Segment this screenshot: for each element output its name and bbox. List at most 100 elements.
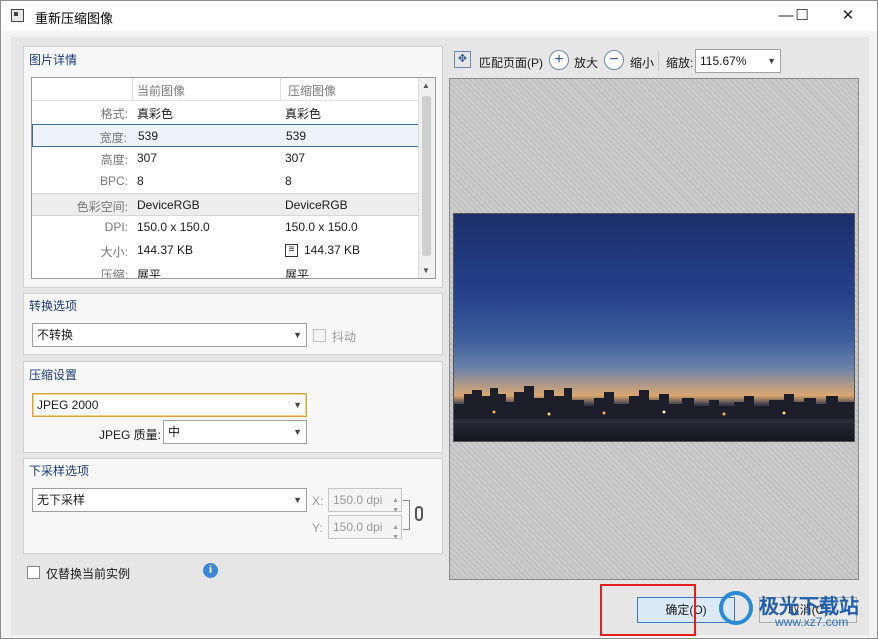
row-current: 307: [137, 151, 158, 165]
row-key: BPC:: [99, 174, 128, 188]
watermark-logo: 极光下载站 www.xz7.com: [719, 587, 878, 637]
table-header: 当前图像 压缩图像: [32, 78, 420, 101]
row-key: DPI:: [104, 220, 128, 234]
x-dpi-spinbox[interactable]: 150.0 dpi ▲ ▼: [328, 488, 402, 514]
row-current: 150.0 x 150.0: [137, 220, 210, 234]
y-dpi-value: 150.0 dpi: [333, 520, 383, 534]
replace-instance-checkbox[interactable]: [27, 566, 40, 579]
zoom-out-button[interactable]: 缩小: [630, 54, 654, 71]
fit-page-button[interactable]: 匹配页面(P): [479, 54, 543, 71]
table-row[interactable]: BPC: 8 8: [32, 170, 420, 193]
scroll-thumb[interactable]: [422, 96, 431, 256]
row-current: 展平: [137, 268, 162, 279]
table-row[interactable]: 格式: 真彩色 真彩色: [32, 101, 420, 124]
column-divider: [280, 78, 281, 100]
downsample-select[interactable]: 无下采样 ▼: [32, 488, 307, 512]
row-current: 539: [138, 129, 159, 143]
details-table: 当前图像 压缩图像 格式: 真彩色 真彩色 宽度: 539 539 高度: 30…: [31, 77, 436, 279]
chevron-down-icon: ▼: [293, 400, 302, 410]
chevron-down-icon: ▼: [767, 56, 776, 66]
convert-select-value: 不转换: [37, 328, 74, 342]
zoom-out-icon[interactable]: −: [604, 50, 624, 70]
row-compressed: 8: [285, 174, 292, 188]
row-current: 8: [137, 174, 144, 188]
row-compressed: DeviceRGB: [285, 198, 348, 212]
toolbar-separator: [658, 51, 659, 71]
water-reflection: [454, 419, 854, 441]
fit-page-icon[interactable]: ✥: [454, 51, 471, 68]
y-dpi-spinbox[interactable]: 150.0 dpi ▲ ▼: [328, 515, 402, 541]
x-dpi-label: X:: [312, 494, 324, 508]
zoom-select[interactable]: 115.67% ▼: [695, 49, 781, 73]
image-preview-area[interactable]: [449, 78, 859, 580]
y-dpi-label: Y:: [312, 521, 323, 535]
column-header-current: 当前图像: [137, 84, 186, 98]
highlight-box: [600, 584, 696, 636]
row-compressed: 539: [286, 129, 307, 143]
table-scrollbar[interactable]: ▲ ▼: [418, 78, 435, 278]
preview-toolbar: ✥ 匹配页面(P) + 放大 − 缩小 缩放: 115.67% ▼: [449, 47, 861, 75]
window-title: 重新压缩图像: [35, 11, 114, 26]
chevron-down-icon: ▼: [293, 495, 302, 505]
jpeg-quality-value: 中: [168, 425, 181, 439]
convert-options-title: 转换选项: [29, 299, 78, 313]
compression-format-value: JPEG 2000: [37, 398, 99, 412]
city-skyline-image: [454, 386, 854, 422]
table-row[interactable]: 色彩空间: DeviceRGB DeviceRGB: [32, 193, 420, 216]
chevron-down-icon: ▼: [293, 427, 302, 437]
spin-down-icon[interactable]: ▼: [392, 527, 399, 549]
column-header-compressed: 压缩图像: [288, 84, 337, 98]
row-current: 真彩色: [137, 107, 174, 121]
row-key: 高度:: [100, 153, 128, 167]
row-current: 144.37 KB: [137, 243, 194, 257]
column-divider: [132, 78, 133, 100]
watermark-globe-icon: [719, 591, 753, 625]
link-chain-icon[interactable]: [415, 506, 423, 521]
dither-checkbox[interactable]: [313, 329, 326, 342]
row-key: 压缩:: [100, 268, 128, 279]
compression-settings-title: 压缩设置: [29, 368, 78, 382]
table-row[interactable]: 宽度: 539 539: [32, 124, 420, 147]
row-compressed: 307: [285, 151, 306, 165]
close-button[interactable]: ✕: [825, 1, 871, 31]
chevron-down-icon: ▼: [293, 330, 302, 340]
row-compressed: 150.0 x 150.0: [285, 220, 358, 234]
row-key: 色彩空间:: [76, 200, 128, 214]
zoom-in-icon[interactable]: +: [549, 50, 569, 70]
row-compressed: 展平: [285, 268, 310, 279]
dither-label: 抖动: [332, 330, 357, 344]
zoom-label: 缩放:: [666, 56, 694, 70]
row-current: DeviceRGB: [137, 198, 200, 212]
app-icon: [11, 9, 24, 22]
row-compressed: 真彩色: [285, 107, 322, 121]
scroll-down-icon[interactable]: ▼: [422, 266, 430, 275]
row-key: 格式:: [100, 107, 128, 121]
row-compressed: 144.37 KB: [304, 243, 361, 257]
table-row[interactable]: 高度: 307 307: [32, 147, 420, 170]
jpeg-quality-select[interactable]: 中 ▼: [163, 420, 307, 444]
recompress-dialog: 重新压缩图像 — ☐ ✕ 图片详情 当前图像 压缩图像 格式: 真彩色 真彩色 …: [0, 0, 878, 639]
title-bar: 重新压缩图像 — ☐ ✕: [1, 1, 877, 31]
row-key: 宽度:: [99, 131, 127, 145]
x-dpi-value: 150.0 dpi: [333, 493, 383, 507]
downsample-select-value: 无下采样: [37, 493, 86, 507]
table-row[interactable]: DPI: 150.0 x 150.0 150.0 x 150.0: [32, 216, 420, 239]
info-icon[interactable]: i: [203, 563, 218, 578]
zoom-value: 115.67%: [700, 54, 747, 68]
scroll-up-icon[interactable]: ▲: [422, 81, 430, 90]
preview-image: [453, 213, 855, 442]
replace-instance-label: 仅替换当前实例: [46, 567, 131, 581]
image-details-title: 图片详情: [29, 53, 78, 67]
downsample-options-title: 下采样选项: [29, 464, 90, 478]
jpeg-quality-label: JPEG 质量:: [99, 428, 162, 442]
maximize-button[interactable]: ☐: [779, 1, 825, 31]
watermark-url: www.xz7.com: [775, 615, 849, 629]
compression-format-select[interactable]: JPEG 2000 ▼: [32, 393, 307, 417]
size-detail-icon[interactable]: ≡: [285, 244, 298, 257]
row-key: 大小:: [100, 245, 128, 259]
bracket-connector: [403, 500, 410, 530]
convert-select[interactable]: 不转换 ▼: [32, 323, 307, 347]
table-row[interactable]: 压缩: 展平 展平: [32, 262, 420, 279]
zoom-in-button[interactable]: 放大: [574, 54, 598, 71]
table-row[interactable]: 大小: 144.37 KB ≡ 144.37 KB: [32, 239, 420, 262]
